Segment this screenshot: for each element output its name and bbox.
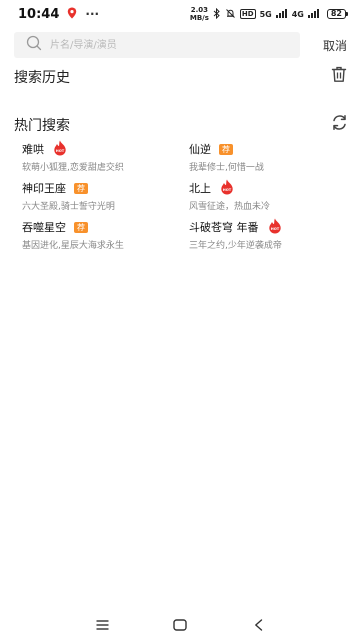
hot-search-item-desc: 基因进化,星辰大海求永生	[22, 241, 124, 251]
hot-search-item-title-row: 吞噬星空 荐	[22, 219, 182, 235]
hot-search-item-desc: 我辈修士,何惜一战	[189, 163, 264, 173]
status-time: 10:44	[18, 6, 60, 22]
recommend-badge: 荐	[74, 221, 88, 233]
search-row: 取消	[0, 30, 360, 60]
status-left: 10:44 ···	[18, 7, 99, 22]
search-box[interactable]	[14, 32, 300, 58]
hot-search-item-title: 吞噬星空	[22, 221, 66, 234]
hot-flame-icon: HOT	[268, 218, 282, 237]
hot-search-item[interactable]: 北上 HOT 风雪征途，热血未冷	[189, 179, 349, 212]
hot-search-item-title: 仙逆	[189, 143, 211, 156]
status-right: 2.03 MB/s HD 5G 4G 82	[190, 6, 349, 22]
hot-search-item-title-row: 北上 HOT	[189, 179, 349, 198]
hot-search-item-title: 神印王座	[22, 182, 66, 195]
hot-search-item[interactable]: 难哄 HOT 软萌小狐狸,恋爱甜虐交织	[22, 140, 182, 173]
status-bar: 10:44 ··· 2.03 MB/s HD 5G 4G 82	[0, 0, 360, 28]
signal-bars-icon	[275, 8, 288, 20]
search-icon	[14, 35, 42, 55]
hot-search-item[interactable]: 神印王座 荐 六大圣殿,骑士誓守光明	[22, 180, 182, 212]
search-input[interactable]	[48, 38, 272, 52]
mute-bell-icon	[225, 8, 236, 21]
hot-search-item-desc: 风雪征途，热血未冷	[189, 202, 271, 212]
hot-search-item[interactable]: 斗破苍穹 年番 HOT 三年之约,少年逆袭成帝	[189, 218, 349, 251]
cancel-button[interactable]: 取消	[323, 37, 347, 54]
more-notifications-icon: ···	[85, 7, 100, 21]
signal-bars-icon	[307, 8, 320, 20]
hot-search-item-title: 斗破苍穹 年番	[189, 221, 259, 234]
battery-indicator: 82	[326, 9, 349, 19]
recommend-badge: 荐	[74, 182, 88, 194]
hot-search-item[interactable]: 吞噬星空 荐 基因进化,星辰大海求永生	[22, 219, 182, 251]
hot-search-item-desc: 软萌小狐狸,恋爱甜虐交织	[22, 163, 124, 173]
svg-text:HOT: HOT	[56, 149, 65, 153]
hot-search-item-title-row: 难哄 HOT	[22, 140, 182, 159]
svg-text:HOT: HOT	[270, 227, 279, 231]
hot-search-item-title-row: 神印王座 荐	[22, 180, 182, 196]
net-speed-unit: MB/s	[189, 14, 209, 22]
home-icon[interactable]	[173, 616, 187, 635]
menu-icon[interactable]	[96, 616, 109, 635]
bluetooth-icon	[213, 7, 221, 21]
system-nav-bar	[0, 608, 360, 640]
net-speed: 2.03 MB/s	[190, 6, 209, 22]
hot-search-item-desc: 三年之约,少年逆袭成帝	[189, 241, 282, 251]
hot-search-item-title-row: 斗破苍穹 年番 HOT	[189, 218, 349, 237]
search-history-title: 搜索历史	[14, 70, 70, 86]
hot-flame-icon: HOT	[53, 140, 67, 159]
hot-search-title: 热门搜索	[14, 118, 70, 134]
hot-search-item-title: 北上	[189, 182, 211, 195]
back-icon[interactable]	[254, 616, 263, 635]
hot-flame-icon: HOT	[220, 179, 234, 198]
svg-text:HOT: HOT	[223, 188, 232, 192]
signal-4g-label: 4G	[291, 9, 304, 19]
hot-search-item-title: 难哄	[22, 143, 44, 156]
hot-search-item[interactable]: 仙逆 荐 我辈修士,何惜一战	[189, 141, 349, 173]
net-speed-value: 2.03	[190, 6, 209, 14]
hot-search-item-desc: 六大圣殿,骑士誓守光明	[22, 202, 115, 212]
location-icon	[67, 7, 77, 22]
recommend-badge: 荐	[219, 143, 233, 155]
trash-icon[interactable]	[331, 66, 347, 87]
refresh-icon[interactable]	[331, 114, 348, 135]
signal-5g-label: 5G	[259, 9, 272, 19]
hot-search-item-title-row: 仙逆 荐	[189, 141, 349, 157]
hd-badge: HD	[239, 9, 256, 19]
